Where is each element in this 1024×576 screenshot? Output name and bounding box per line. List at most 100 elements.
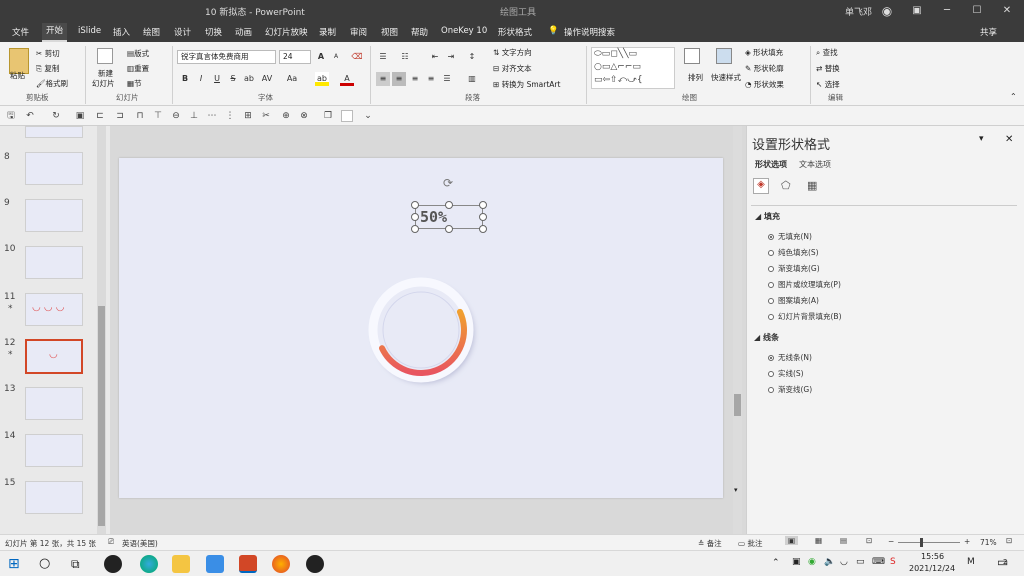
clock-date[interactable]: 2021/12/24 [909,564,955,573]
fit-to-window-icon[interactable]: ⊡ [1006,536,1012,545]
tab-view[interactable]: 视图 [381,26,398,38]
firefox-icon[interactable] [272,555,290,573]
reading-view-icon[interactable]: ▤ [840,536,847,545]
slide-thumbnail[interactable] [25,246,83,279]
tab-text-options[interactable]: 文本选项 [799,159,831,170]
presenter-view-icon[interactable]: ⊡ [866,536,872,545]
shape-fill-button[interactable]: ◈ 形状填充 [745,47,783,58]
thumbnail-scrollbar[interactable] [97,126,106,534]
grow-font-button[interactable]: A [314,50,328,64]
save-icon[interactable]: 🖫 [5,110,17,122]
layout-button[interactable]: ▤版式 [127,48,149,59]
radio-no-fill[interactable]: 无填充(N) [768,231,812,242]
undo-icon[interactable]: ↶ [24,110,36,122]
tab-transitions[interactable]: 切换 [205,26,222,38]
slideshow-icon[interactable]: ▣ [74,110,86,122]
resize-handle[interactable] [411,225,419,233]
scissor-tool-icon[interactable]: ✂ [260,110,272,122]
radio-picture-fill[interactable]: 图片或纹理填充(P) [768,279,841,290]
line-section-header[interactable]: ◢ 线条 [754,332,779,343]
distribute-icon[interactable]: ☰ [440,72,454,86]
comments-button[interactable]: ▭ 批注 [738,538,762,549]
tray-keyboard-icon[interactable]: ⌨ [872,557,885,567]
normal-view-icon[interactable]: ▣ [785,536,799,545]
numbering-icon[interactable]: ☷ [398,50,412,64]
resize-handle[interactable] [479,225,487,233]
shape-effects-button[interactable]: ◔ 形状效果 [745,79,784,90]
scroll-down-icon[interactable]: ▾ [734,486,738,494]
tab-onekey[interactable]: OneKey 10 [441,26,487,36]
share-button[interactable]: 共享 [980,26,997,38]
clear-format-icon[interactable]: ⌫ [350,50,364,64]
scrollbar-thumb[interactable] [98,306,105,526]
spellcheck-icon[interactable]: ⎚ [108,537,114,547]
shape-outline-button[interactable]: ✎ 形状轮廓 [745,63,784,74]
resize-handle[interactable] [411,201,419,209]
shrink-font-button[interactable]: A [329,50,343,64]
percentage-text[interactable]: 50% [420,208,447,226]
input-method-icon[interactable]: M [967,557,975,567]
tab-help[interactable]: 帮助 [411,26,428,38]
radio-pattern-fill[interactable]: 图案填充(A) [768,295,819,306]
highlight-icon[interactable]: ab [315,72,329,86]
new-slide-icon[interactable] [97,48,113,64]
minimize-icon[interactable]: ─ [935,3,959,19]
find-button[interactable]: ⌕ 查找 [816,47,838,58]
tab-review[interactable]: 审阅 [350,26,367,38]
slide-thumbnail[interactable] [25,126,83,138]
shadow-button[interactable]: ab [242,72,256,86]
font-color-button[interactable]: A [340,72,354,86]
tab-home[interactable]: 开始 [42,23,68,42]
user-avatar-icon[interactable]: ◉ [875,3,899,19]
radio-gradient-fill[interactable]: 渐变填充(G) [768,263,820,274]
zoom-level[interactable]: 71% [980,538,997,547]
tab-animations[interactable]: 动画 [235,26,252,38]
zoom-in-icon[interactable]: + [964,537,970,546]
radio-solid-fill[interactable]: 纯色填充(S) [768,247,819,258]
union-icon[interactable]: ⊕ [280,110,292,122]
ribbon-display-icon[interactable]: ▣ [905,3,929,19]
tray-display-icon[interactable]: ▭ [856,557,865,567]
line-spacing-icon[interactable]: ↕ [465,50,479,64]
tab-file[interactable]: 文件 [12,26,29,38]
italic-button[interactable]: I [194,72,208,86]
slide-thumbnail-selected[interactable]: ◡ [25,339,83,374]
tab-slideshow[interactable]: 幻灯片放映 [265,26,308,38]
distribute-h-icon[interactable]: ⋯ [206,110,218,122]
bullets-icon[interactable]: ☰ [376,50,390,64]
align-left-icon[interactable]: ≡ [376,72,390,86]
align-top-obj-icon[interactable]: ⊤ [152,110,164,122]
align-center-obj-icon[interactable]: ⊐ [114,110,126,122]
group-obj-icon[interactable]: ⊞ [242,110,254,122]
font-name-select[interactable]: 锐字真言体免费商用 [177,50,276,64]
select-button[interactable]: ↖ 选择 [816,79,840,90]
align-left-obj-icon[interactable]: ⊏ [94,110,106,122]
align-bottom-obj-icon[interactable]: ⊥ [188,110,200,122]
file-explorer-icon[interactable] [172,555,190,573]
reset-button[interactable]: ▥重置 [127,63,149,74]
language-indicator[interactable]: 英语(美国) [122,538,158,549]
notes-button[interactable]: ≙ 备注 [698,538,722,549]
effects-pentagon-icon[interactable]: ⬠ [781,179,791,192]
shapes-gallery[interactable]: ⬭▭◻╲╲▭ ○▭△⌐⌐▭ ▭⇦⇧⤺⤻{ [591,47,675,89]
close-pane-icon[interactable]: ✕ [1005,134,1013,145]
copy-obj-icon[interactable]: ❐ [322,110,334,122]
columns-icon[interactable]: ▥ [465,72,479,86]
tray-network-icon[interactable]: ◡ [840,557,848,567]
underline-button[interactable]: U [210,72,224,86]
font-size-select[interactable]: 24 [279,50,311,64]
copy-button[interactable]: ⎘ 复制 [36,63,59,74]
tab-islide[interactable]: iSlide [78,26,101,36]
fill-section-header[interactable]: ◢ 填充 [755,211,780,222]
combine-icon[interactable]: ⊗ [298,110,310,122]
maximize-icon[interactable]: ☐ [965,3,989,19]
bold-button[interactable]: B [178,72,192,86]
distribute-v-icon[interactable]: ⋮ [224,110,236,122]
cut-button[interactable]: ✂ 剪切 [36,48,60,59]
format-painter-button[interactable]: 🖌格式刷 [36,78,68,89]
smartart-button[interactable]: ⊞ 转换为 SmartArt [493,79,560,90]
slide-thumbnail[interactable] [25,152,83,185]
align-right-obj-icon[interactable]: ⊓ [134,110,146,122]
slide-thumbnail[interactable] [25,434,83,467]
arrange-button[interactable]: 排列 [688,72,703,83]
